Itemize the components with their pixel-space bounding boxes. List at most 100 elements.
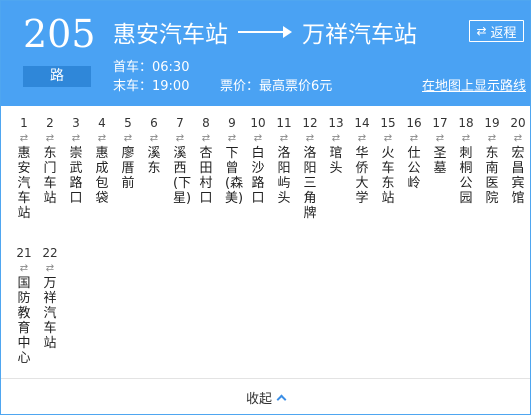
long-right-arrow-icon xyxy=(238,22,292,42)
bidirectional-arrow-icon: ⇄ xyxy=(45,133,55,144)
bidirectional-arrow-icon: ⇄ xyxy=(383,133,393,144)
stop-name: 刺桐公园 xyxy=(459,146,473,206)
bidirectional-arrow-icon: ⇄ xyxy=(227,133,237,144)
stop-number: 20 xyxy=(510,116,526,130)
first-bus-time: 首车：06:30 xyxy=(113,60,190,75)
collapse-button[interactable]: 收起 xyxy=(1,386,530,408)
stop-list: 1 ⇄ 惠安汽车站 2 ⇄ 东门车站 3 ⇄ 崇武路口 4 ⇄ 惠成包袋 5 ⇄ 廖厝前 6 ⇄ 溪东 7 ⇄ 溪西(下… xyxy=(1,106,530,378)
stop-item[interactable]: 12 ⇄ 洛阳三角牌 xyxy=(297,114,323,221)
stop-item[interactable]: 8 ⇄ 杏田村口 xyxy=(193,114,219,206)
stop-name: 东南医院 xyxy=(485,146,499,206)
stop-item[interactable]: 2 ⇄ 东门车站 xyxy=(37,114,63,206)
stop-name: 洛阳屿头 xyxy=(277,146,291,206)
stop-name: 圣墓 xyxy=(433,146,447,176)
chevron-up-icon xyxy=(276,394,287,404)
stop-number: 22 xyxy=(42,246,58,260)
stop-number: 11 xyxy=(276,116,292,130)
bidirectional-arrow-icon: ⇄ xyxy=(45,263,55,274)
bidirectional-arrow-icon: ⇄ xyxy=(331,133,341,144)
stop-item[interactable]: 9 ⇄ 下曾(森美) xyxy=(219,114,245,206)
stop-name: 惠安汽车站 xyxy=(17,146,31,221)
stop-name: 白沙路口 xyxy=(251,146,265,206)
stop-item[interactable]: 5 ⇄ 廖厝前 xyxy=(115,114,141,191)
stop-name: 洛阳三角牌 xyxy=(303,146,317,221)
route-number: 205 xyxy=(23,12,96,56)
stop-number: 6 xyxy=(150,116,158,130)
collapse-label: 收起 xyxy=(245,391,272,407)
stop-number: 5 xyxy=(124,116,132,130)
stop-number: 8 xyxy=(202,116,210,130)
stop-number: 12 xyxy=(302,116,318,130)
stop-name: 溪西(下星) xyxy=(173,146,192,206)
destination-station: 万祥汽车站 xyxy=(302,22,417,48)
bidirectional-arrow-icon: ⇄ xyxy=(461,133,471,144)
bidirectional-arrow-icon: ⇄ xyxy=(201,133,211,144)
return-trip-label: 返程 xyxy=(490,25,517,41)
return-trip-button[interactable]: ⇄ 返程 xyxy=(469,20,524,42)
stop-item[interactable]: 15 ⇄ 火车东站 xyxy=(375,114,401,206)
stop-number: 18 xyxy=(458,116,474,130)
stop-item[interactable]: 17 ⇄ 圣墓 xyxy=(427,114,453,176)
stop-item[interactable]: 13 ⇄ 琯头 xyxy=(323,114,349,176)
stop-item[interactable]: 3 ⇄ 崇武路口 xyxy=(63,114,89,206)
bidirectional-arrow-icon: ⇄ xyxy=(409,133,419,144)
stop-number: 1 xyxy=(20,116,28,130)
footer-divider xyxy=(1,378,530,379)
stop-name: 仕公岭 xyxy=(407,146,421,191)
stop-number: 4 xyxy=(98,116,106,130)
route-header: 205 路 惠安汽车站 万祥汽车站 ⇄ 返程 首车：06:30 末车：19:00… xyxy=(1,1,530,106)
fare-info: 票价：最高票价6元 xyxy=(220,79,333,94)
stop-name: 下曾(森美) xyxy=(225,146,244,206)
bidirectional-arrow-icon: ⇄ xyxy=(19,133,29,144)
bidirectional-arrow-icon: ⇄ xyxy=(357,133,367,144)
stop-number: 21 xyxy=(16,246,32,260)
stop-item[interactable]: 22 ⇄ 万祥汽车站 xyxy=(37,244,63,351)
stop-item[interactable]: 21 ⇄ 国防教育中心 xyxy=(11,244,37,366)
stop-number: 13 xyxy=(328,116,344,130)
bidirectional-arrow-icon: ⇄ xyxy=(305,133,315,144)
stop-item[interactable]: 1 ⇄ 惠安汽车站 xyxy=(11,114,37,221)
stop-number: 17 xyxy=(432,116,448,130)
last-bus-time: 末车：19:00 xyxy=(113,79,190,94)
stop-name: 杏田村口 xyxy=(199,146,213,206)
stop-item[interactable]: 16 ⇄ 仕公岭 xyxy=(401,114,427,191)
stop-name: 华侨大学 xyxy=(355,146,369,206)
bidirectional-arrow-icon: ⇄ xyxy=(123,133,133,144)
stop-number: 9 xyxy=(228,116,236,130)
show-route-on-map-link[interactable]: 在地图上显示路线 xyxy=(422,75,526,94)
stop-item[interactable]: 7 ⇄ 溪西(下星) xyxy=(167,114,193,206)
stop-item[interactable]: 20 ⇄ 宏昌宾馆 xyxy=(505,114,531,206)
stop-number: 19 xyxy=(484,116,500,130)
stop-name: 廖厝前 xyxy=(121,146,135,191)
route-direction: 惠安汽车站 万祥汽车站 xyxy=(113,15,417,49)
bidirectional-arrow-icon: ⇄ xyxy=(487,133,497,144)
bidirectional-arrow-icon: ⇄ xyxy=(253,133,263,144)
stop-name: 惠成包袋 xyxy=(95,146,109,206)
route-suffix-badge: 路 xyxy=(23,66,91,87)
stop-name: 火车东站 xyxy=(381,146,395,206)
bidirectional-arrow-icon: ⇄ xyxy=(19,263,29,274)
stop-item[interactable]: 18 ⇄ 刺桐公园 xyxy=(453,114,479,206)
stop-item[interactable]: 6 ⇄ 溪东 xyxy=(141,114,167,176)
stop-name: 琯头 xyxy=(329,146,343,176)
bidirectional-arrow-icon: ⇄ xyxy=(97,133,107,144)
panel-footer: 收起 xyxy=(1,378,530,414)
stop-name: 溪东 xyxy=(147,146,161,176)
stop-name: 崇武路口 xyxy=(69,146,83,206)
stop-name: 万祥汽车站 xyxy=(43,276,57,351)
bidirectional-arrow-icon: ⇄ xyxy=(513,133,523,144)
bidirectional-arrow-icon: ⇄ xyxy=(279,133,289,144)
stop-name: 国防教育中心 xyxy=(17,276,31,366)
bidirectional-arrow-icon: ⇄ xyxy=(149,133,159,144)
stop-item[interactable]: 14 ⇄ 华侨大学 xyxy=(349,114,375,206)
stop-number: 14 xyxy=(354,116,370,130)
stop-number: 10 xyxy=(250,116,266,130)
stop-item[interactable]: 4 ⇄ 惠成包袋 xyxy=(89,114,115,206)
bus-route-panel: 205 路 惠安汽车站 万祥汽车站 ⇄ 返程 首车：06:30 末车：19:00… xyxy=(0,0,531,415)
stop-number: 7 xyxy=(176,116,184,130)
origin-station: 惠安汽车站 xyxy=(113,22,228,48)
stop-item[interactable]: 19 ⇄ 东南医院 xyxy=(479,114,505,206)
stop-number: 16 xyxy=(406,116,422,130)
stop-item[interactable]: 11 ⇄ 洛阳屿头 xyxy=(271,114,297,206)
stop-item[interactable]: 10 ⇄ 白沙路口 xyxy=(245,114,271,206)
